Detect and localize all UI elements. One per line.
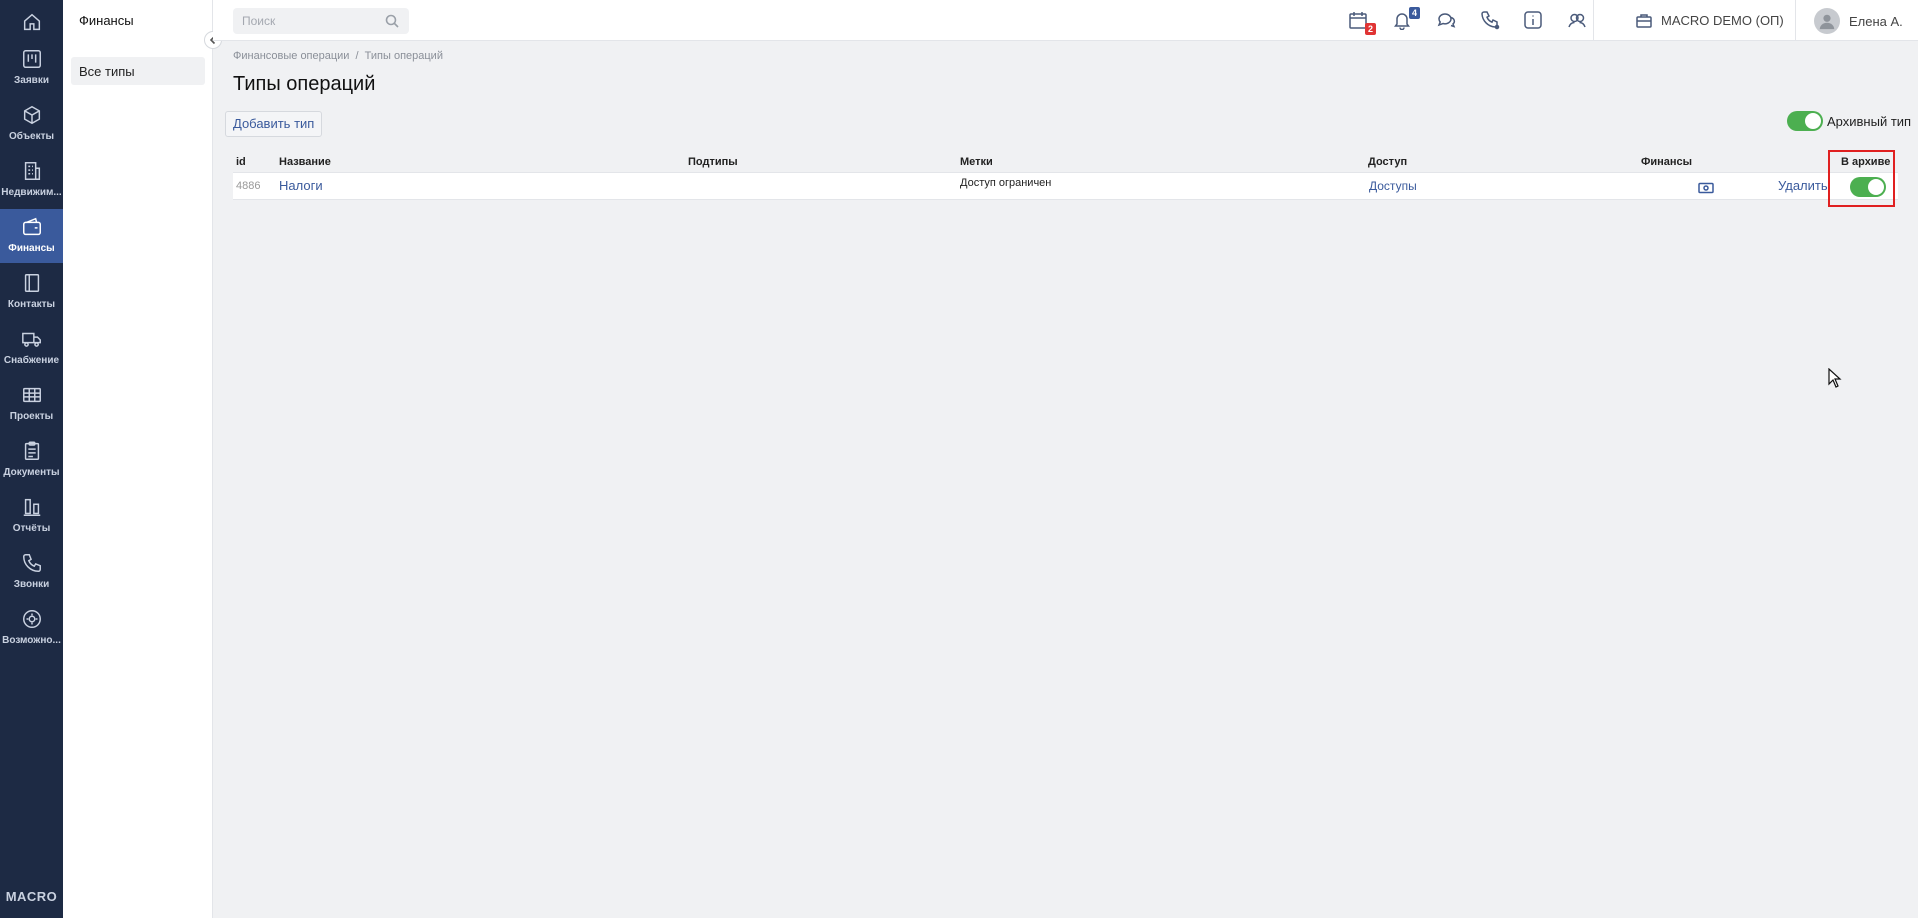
breadcrumb-separator: / — [355, 50, 359, 62]
calls-button[interactable] — [1480, 10, 1502, 32]
rail-label-requests: Заявки — [14, 75, 49, 86]
money-icon[interactable] — [1698, 179, 1714, 195]
rail-item-objects[interactable]: Объекты — [0, 97, 63, 151]
rail-item-calls[interactable]: Звонки — [0, 545, 63, 599]
rail-label-calls: Звонки — [13, 579, 50, 590]
search-input[interactable] — [233, 8, 383, 34]
column-header-archived: В архиве — [1841, 156, 1891, 168]
info-icon — [1524, 11, 1542, 29]
users-icon — [1568, 13, 1586, 28]
rail-item-reports[interactable]: Отчёты — [0, 489, 63, 543]
calendar-badge: 2 — [1364, 23, 1376, 35]
rail-item-documents[interactable]: Документы — [0, 433, 63, 487]
rail-item-requests[interactable]: Заявки — [0, 41, 63, 95]
row-name-link[interactable]: Налоги — [279, 173, 323, 201]
avatar[interactable] — [1814, 8, 1840, 34]
table-header: id Название Подтипы Метки Доступ Финансы… — [233, 153, 1898, 172]
topbar-divider — [1795, 0, 1796, 41]
projects-board-icon — [20, 383, 44, 407]
topbar-divider — [1593, 0, 1594, 41]
bar-chart-icon — [20, 495, 44, 519]
column-header-tags: Метки — [960, 156, 993, 168]
archive-type-switch[interactable] — [1787, 111, 1823, 131]
brand-logo: MACRO — [5, 889, 58, 904]
rail-label-projects: Проекты — [9, 411, 54, 422]
switch-knob — [1805, 113, 1821, 129]
archive-type-toggle[interactable]: Архивный тип — [1787, 111, 1911, 131]
rail-item-supply[interactable]: Снабжение — [0, 321, 63, 375]
row-archived-switch[interactable] — [1850, 177, 1886, 197]
user-avatar-icon — [1819, 14, 1835, 30]
clipboard-icon — [20, 439, 44, 463]
switch-knob — [1868, 179, 1884, 195]
row-access-link[interactable]: Доступы — [1369, 173, 1417, 201]
rail-item-realty[interactable]: Недвижим... — [0, 153, 63, 207]
chat-icon — [1437, 13, 1456, 28]
rail-label-reports: Отчёты — [12, 523, 51, 534]
phone-icon — [1481, 11, 1500, 30]
row-archived-toggle[interactable] — [1850, 177, 1886, 197]
column-header-subtypes: Подтипы — [688, 156, 738, 168]
archive-type-label: Архивный тип — [1827, 113, 1912, 129]
chat-button[interactable] — [1436, 10, 1458, 32]
rail-label-documents: Документы — [3, 467, 60, 478]
mouse-cursor-icon — [1828, 368, 1842, 388]
section-title: Финансы — [79, 13, 134, 28]
column-header-finance: Финансы — [1641, 156, 1693, 168]
add-type-button[interactable]: Добавить тип — [225, 111, 323, 137]
building-icon — [20, 159, 44, 183]
truck-icon — [20, 327, 44, 351]
column-header-id: id — [236, 156, 246, 168]
user-name[interactable]: Елена А. — [1849, 14, 1903, 29]
gear-icon — [20, 607, 44, 631]
breadcrumb-parent[interactable]: Финансовые операции — [233, 50, 349, 62]
rail-item-contacts[interactable]: Контакты — [0, 265, 63, 319]
row-id: 4886 — [236, 180, 261, 192]
table-row: 4886 Налоги Доступ ограничен Доступы Уда… — [233, 172, 1898, 200]
row-delete-link[interactable]: Удалить — [1778, 173, 1828, 201]
cube-icon — [20, 103, 44, 127]
rail-label-finance: Финансы — [8, 243, 55, 254]
company-name[interactable]: MACRO DEMO (ОП) — [1661, 13, 1784, 28]
rail-item-projects[interactable]: Проекты — [0, 377, 63, 431]
rail-label-realty: Недвижим... — [1, 187, 62, 198]
briefcase-icon — [1636, 14, 1652, 28]
section-sidebar: Финансы Все типы — [63, 0, 213, 918]
home-icon — [20, 10, 44, 34]
rail-item-finance[interactable]: Финансы — [0, 209, 63, 263]
operation-types-table: id Название Подтипы Метки Доступ Финансы… — [233, 153, 1898, 200]
column-header-access: Доступ — [1368, 156, 1408, 168]
rail-item-features[interactable]: Возможно... — [0, 601, 63, 655]
top-bar: 2 4 MACRO DEMO (ОП) Елена А. — [213, 0, 1918, 41]
notifications-badge: 4 — [1408, 7, 1420, 19]
search-box — [233, 8, 409, 34]
column-header-name: Название — [279, 156, 331, 168]
rail-label-features: Возможно... — [2, 635, 61, 646]
contacts-book-icon — [20, 271, 44, 295]
rail-label-contacts: Контакты — [7, 299, 56, 310]
wallet-icon — [20, 215, 44, 239]
company-switcher-icon[interactable] — [1634, 11, 1656, 33]
row-tag: Доступ ограничен — [960, 177, 1052, 189]
main-nav-rail: Заявки Объекты Недвижим... Финансы Конта… — [0, 0, 63, 918]
phone-icon — [20, 551, 44, 575]
page-title: Типы операций — [233, 73, 376, 95]
search-icon[interactable] — [385, 14, 399, 28]
users-button[interactable] — [1567, 10, 1589, 32]
info-button[interactable] — [1523, 10, 1545, 32]
kanban-icon — [20, 47, 44, 71]
breadcrumb: Финансовые операции / Типы операций — [233, 50, 443, 62]
subnav-item-all-types[interactable]: Все типы — [71, 57, 205, 85]
calendar-button[interactable]: 2 — [1348, 10, 1376, 35]
rail-label-supply: Снабжение — [3, 355, 60, 366]
rail-label-objects: Объекты — [8, 131, 55, 142]
notifications-button[interactable]: 4 — [1392, 7, 1420, 32]
breadcrumb-current: Типы операций — [364, 50, 443, 62]
